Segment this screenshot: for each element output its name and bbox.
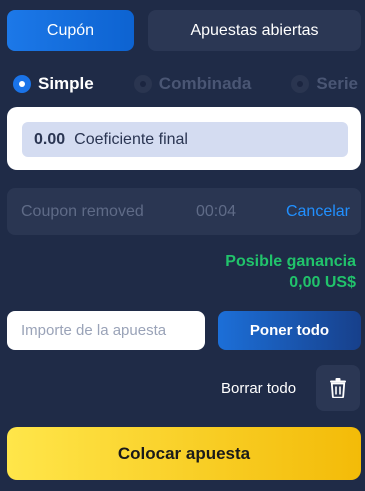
radio-simple[interactable]: Simple: [13, 74, 94, 94]
radio-serie[interactable]: Serie: [291, 74, 358, 94]
tab-coupon[interactable]: Cupón: [7, 10, 134, 51]
radio-simple-label: Simple: [38, 74, 94, 93]
potential-winnings-label: Posible ganancia: [225, 253, 356, 270]
radio-serie-label: Serie: [316, 74, 358, 93]
coefficient-value: 0.00: [34, 130, 66, 148]
bet-slip-tabs: Cupón Apuestas abiertas: [7, 10, 361, 51]
tab-open-bets[interactable]: Apuestas abiertas: [148, 10, 361, 51]
place-bet-button[interactable]: Colocar apuesta: [7, 427, 361, 480]
radio-unselected-icon: [133, 75, 152, 93]
radio-selected-icon: [13, 75, 31, 93]
stake-input[interactable]: [7, 311, 205, 350]
notice-text: Coupon removed: [21, 202, 144, 220]
coefficient-field: 0.00 Coeficiente final: [22, 122, 348, 157]
trash-icon: [330, 378, 346, 398]
cancel-link[interactable]: Cancelar: [286, 203, 350, 221]
clear-all-label[interactable]: Borrar todo: [221, 380, 296, 397]
radio-combinada-label: Combinada: [158, 74, 252, 93]
coefficient-label: Coeficiente final: [74, 130, 188, 148]
potential-winnings-value: 0,00 US$: [289, 274, 356, 291]
clear-all-button[interactable]: [316, 365, 360, 411]
undo-timer: 00:04: [196, 202, 237, 220]
bet-type-selector: Simple Combinada Serie: [13, 71, 358, 97]
coefficient-card: 0.00 Coeficiente final: [7, 107, 361, 170]
coupon-removed-notice: Coupon removed 00:04 Cancelar: [7, 188, 361, 235]
radio-unselected-icon: [291, 75, 310, 93]
all-in-button[interactable]: Poner todo: [218, 311, 361, 350]
radio-combinada[interactable]: Combinada: [133, 74, 252, 94]
